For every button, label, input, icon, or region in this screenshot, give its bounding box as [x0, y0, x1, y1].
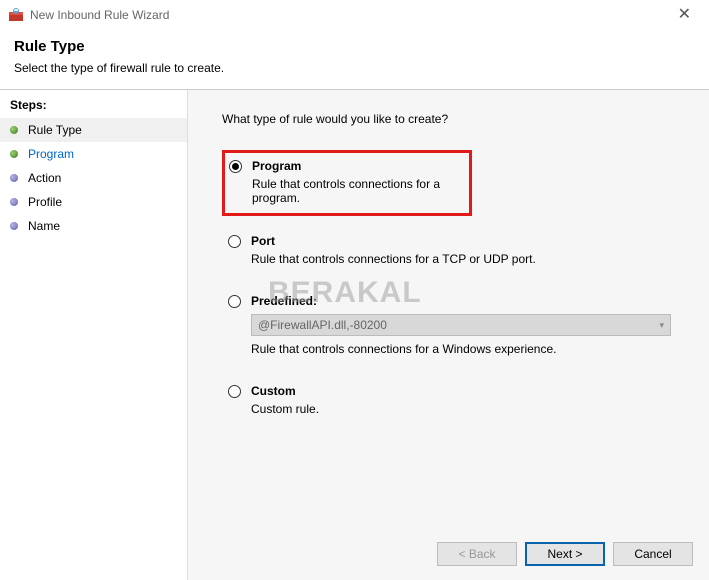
step-profile[interactable]: Profile [0, 190, 187, 214]
step-rule-type[interactable]: Rule Type [0, 118, 187, 142]
bullet-icon [10, 222, 18, 230]
step-program[interactable]: Program [0, 142, 187, 166]
page-title: Rule Type [14, 38, 695, 55]
firewall-icon [8, 7, 24, 23]
next-button[interactable]: Next > [525, 542, 605, 566]
step-name[interactable]: Name [0, 214, 187, 238]
option-program[interactable]: Program Rule that controls connections f… [222, 150, 472, 216]
option-port[interactable]: Port Rule that controls connections for … [222, 226, 689, 276]
titlebar: New Inbound Rule Wizard ✕ [0, 0, 709, 30]
step-label: Action [28, 171, 61, 185]
option-desc: Rule that controls connections for a pro… [252, 177, 465, 205]
option-label: Port [251, 234, 683, 248]
radio-program[interactable] [229, 160, 242, 173]
option-custom[interactable]: Custom Custom rule. [222, 376, 689, 426]
bullet-icon [10, 126, 18, 134]
close-icon[interactable]: ✕ [668, 5, 701, 25]
dropdown-value: @FirewallAPI.dll,-80200 [258, 318, 387, 332]
option-label: Program [252, 159, 465, 173]
bullet-icon [10, 198, 18, 206]
option-label: Custom [251, 384, 683, 398]
button-row: < Back Next > Cancel [437, 542, 693, 566]
bullet-icon [10, 150, 18, 158]
step-label: Rule Type [28, 123, 82, 137]
wizard-header: Rule Type Select the type of firewall ru… [0, 30, 709, 89]
step-label: Program [28, 147, 74, 161]
radio-predefined[interactable] [228, 295, 241, 308]
content-pane: BERAKAL What type of rule would you like… [188, 90, 709, 580]
back-button: < Back [437, 542, 517, 566]
page-subtitle: Select the type of firewall rule to crea… [14, 61, 695, 75]
option-predefined[interactable]: Predefined: @FirewallAPI.dll,-80200 ▾ Ru… [222, 286, 689, 366]
bullet-icon [10, 174, 18, 182]
step-action[interactable]: Action [0, 166, 187, 190]
radio-custom[interactable] [228, 385, 241, 398]
steps-heading: Steps: [10, 98, 187, 112]
option-desc: Rule that controls connections for a TCP… [251, 252, 683, 266]
chevron-down-icon: ▾ [659, 320, 664, 331]
prompt-text: What type of rule would you like to crea… [222, 112, 689, 126]
window-title: New Inbound Rule Wizard [30, 8, 668, 22]
option-desc: Custom rule. [251, 402, 683, 416]
option-label: Predefined: [251, 294, 683, 308]
option-desc: Rule that controls connections for a Win… [251, 342, 683, 356]
predefined-dropdown[interactable]: @FirewallAPI.dll,-80200 ▾ [251, 314, 671, 336]
cancel-button[interactable]: Cancel [613, 542, 693, 566]
steps-sidebar: Steps: Rule Type Program Action Profile … [0, 90, 188, 580]
radio-port[interactable] [228, 235, 241, 248]
step-label: Name [28, 219, 60, 233]
step-label: Profile [28, 195, 62, 209]
